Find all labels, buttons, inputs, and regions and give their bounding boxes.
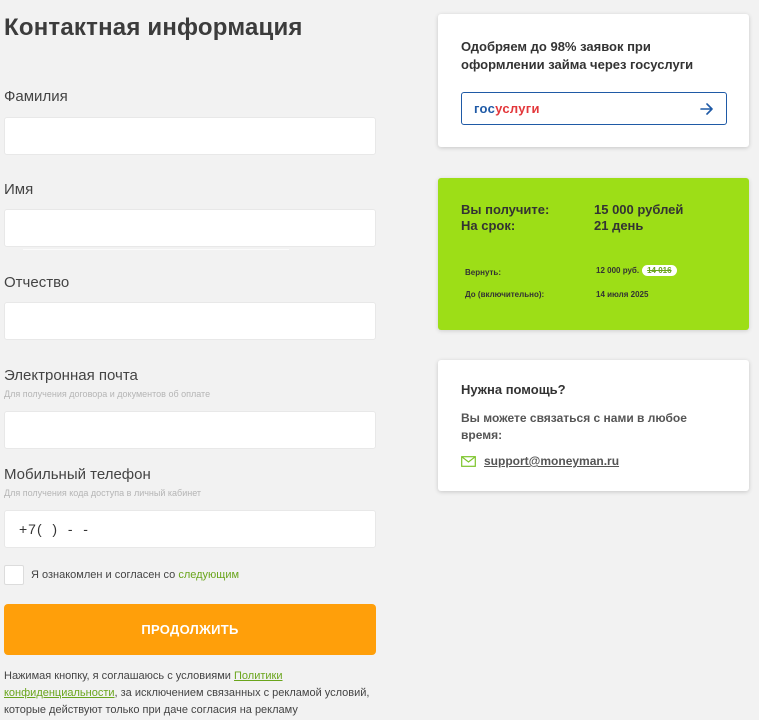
submit-button[interactable]: ПРОДОЛЖИТЬ bbox=[4, 604, 376, 655]
support-email-link[interactable]: support@moneyman.ru bbox=[484, 454, 619, 468]
gosuslugi-title: Одобряем до 98% заявок при оформлении за… bbox=[461, 39, 694, 72]
first-name-input[interactable] bbox=[4, 209, 376, 247]
email-label: Электронная почта bbox=[4, 367, 138, 384]
return-value-row: 12 000 руб. 14 016 bbox=[596, 265, 677, 276]
gosuslugi-logo-part2: услуги bbox=[495, 101, 540, 116]
agree-text: Я ознакомлен и согласен со следующим bbox=[31, 569, 239, 581]
phone-label: Мобильный телефон bbox=[4, 466, 151, 483]
agree-row: Я ознакомлен и согласен со следующим bbox=[4, 565, 239, 585]
middle-name-input[interactable] bbox=[4, 302, 376, 340]
until-value: 14 июля 2025 bbox=[596, 290, 649, 299]
help-card: Нужна помощь? Вы можете связаться с нами… bbox=[438, 360, 749, 491]
mail-icon bbox=[461, 455, 476, 467]
gosuslugi-card: Одобряем до 98% заявок при оформлении за… bbox=[438, 14, 749, 147]
gosuslugi-logo-part1: гос bbox=[474, 101, 496, 116]
receive-value: 15 000 рублей bbox=[594, 202, 684, 217]
until-label: До (включительно): bbox=[465, 290, 545, 299]
return-label: Вернуть: bbox=[465, 268, 501, 277]
consent-text: Нажимая кнопку, я соглашаюсь с условиями… bbox=[4, 668, 376, 719]
arrow-right-icon bbox=[700, 102, 713, 115]
return-value: 12 000 руб. bbox=[596, 266, 640, 275]
gosuslugi-logo: госуслуги bbox=[474, 101, 540, 116]
help-text: Вы можете связаться с нами в любое время… bbox=[461, 411, 687, 442]
page-title: Контактная информация bbox=[4, 14, 303, 41]
last-name-label: Фамилия bbox=[4, 88, 68, 105]
agree-text-main: Я ознакомлен и согласен со bbox=[31, 569, 176, 581]
agree-link[interactable]: следующим bbox=[178, 569, 239, 581]
last-name-input[interactable] bbox=[4, 117, 376, 155]
term-value: 21 день bbox=[594, 218, 644, 233]
middle-name-label: Отчество bbox=[4, 274, 70, 291]
gosuslugi-button[interactable]: госуслуги bbox=[461, 92, 727, 125]
old-price-badge: 14 016 bbox=[642, 265, 677, 276]
offer-card bbox=[438, 178, 749, 330]
phone-input[interactable] bbox=[4, 510, 376, 548]
first-name-label: Имя bbox=[4, 181, 34, 198]
term-label: На срок: bbox=[461, 218, 516, 233]
help-email-row: support@moneyman.ru bbox=[461, 454, 726, 468]
agree-checkbox[interactable] bbox=[4, 565, 24, 585]
phone-hint: Для получения кода доступа в личный каби… bbox=[4, 488, 202, 498]
offer-divider bbox=[23, 249, 289, 250]
receive-label: Вы получите: bbox=[461, 202, 550, 217]
email-hint: Для получения договора и документов об о… bbox=[4, 389, 211, 399]
help-title: Нужна помощь? bbox=[461, 382, 566, 397]
email-input[interactable] bbox=[4, 411, 376, 449]
consent-before: Нажимая кнопку, я соглашаюсь с условиями bbox=[4, 670, 235, 682]
